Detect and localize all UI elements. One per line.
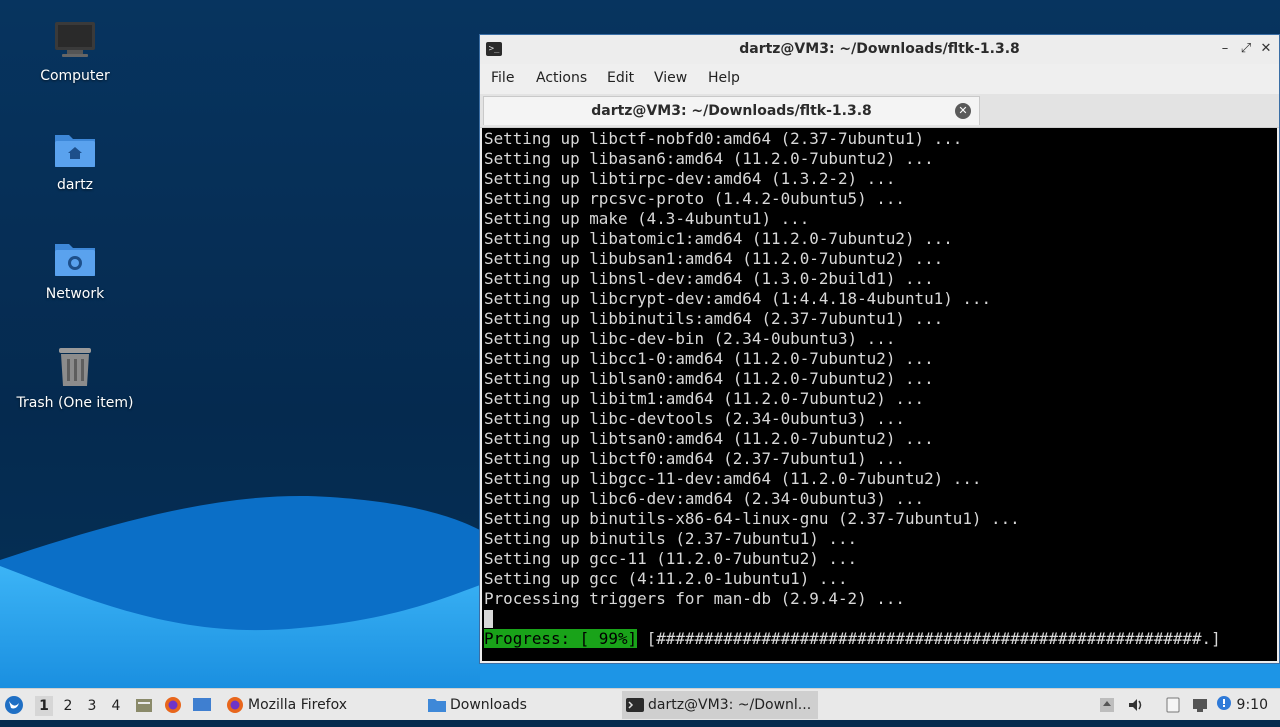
- tab-close-icon[interactable]: ✕: [955, 103, 971, 119]
- desktop-icon-label: Network: [45, 286, 105, 302]
- terminal-line: Setting up libcrypt-dev:amd64 (1:4.4.18-…: [484, 289, 992, 308]
- computer-icon: [53, 18, 97, 62]
- terminal-line: Setting up make (4.3-4ubuntu1) ...: [484, 209, 810, 228]
- menubar: File Actions Edit View Help: [480, 64, 1279, 94]
- terminal-icon: [626, 696, 644, 714]
- terminal-line: Setting up binutils-x86-64-linux-gnu (2.…: [484, 509, 1020, 528]
- file-manager-launcher-icon[interactable]: [136, 697, 152, 713]
- terminal-line: Setting up binutils (2.37-7ubuntu1) ...: [484, 529, 858, 548]
- network-monitor-icon[interactable]: [1192, 697, 1208, 713]
- firefox-icon: [226, 696, 244, 714]
- terminal-line: Setting up libnsl-dev:amd64 (1.3.0-2buil…: [484, 269, 934, 288]
- terminal-line: Setting up libasan6:amd64 (11.2.0-7ubunt…: [484, 149, 934, 168]
- menu-file[interactable]: File: [491, 70, 514, 86]
- menu-help[interactable]: Help: [708, 70, 740, 86]
- start-menu-icon[interactable]: [4, 695, 24, 715]
- tab-label: dartz@VM3: ~/Downloads/fltk-1.3.8: [591, 103, 872, 119]
- desktop-icon-label: Computer: [40, 68, 110, 84]
- terminal-line: Setting up libitm1:amd64 (11.2.0-7ubuntu…: [484, 389, 925, 408]
- update-notification-icon[interactable]: [1216, 695, 1232, 711]
- window-title: dartz@VM3: ~/Downloads/fltk-1.3.8: [739, 41, 1020, 57]
- terminal-line: Setting up libc-dev-bin (2.34-0ubuntu3) …: [484, 329, 896, 348]
- terminal-output[interactable]: Progress: [ 99%] [######################…: [482, 128, 1277, 661]
- desktop-icon-home[interactable]: dartz: [0, 127, 150, 193]
- desktop-icon-trash[interactable]: Trash (One item): [0, 345, 150, 411]
- task-downloads[interactable]: Downloads: [424, 691, 614, 719]
- window-titlebar[interactable]: >_ dartz@VM3: ~/Downloads/fltk-1.3.8 – ⤢…: [480, 35, 1279, 64]
- workspace-2[interactable]: 2: [59, 696, 77, 716]
- task-label: dartz@VM3: ~/Downl...: [648, 697, 812, 713]
- terminal-line: Setting up libatomic1:amd64 (11.2.0-7ubu…: [484, 229, 953, 248]
- menu-edit[interactable]: Edit: [607, 70, 634, 86]
- taskbar: 1 2 3 4 Mozilla Firefox Downloads dartz@…: [0, 688, 1280, 720]
- workspace-1[interactable]: 1: [35, 696, 53, 716]
- terminal-line: Setting up libtirpc-dev:amd64 (1.3.2-2) …: [484, 169, 896, 188]
- terminal-line: Setting up libc6-dev:amd64 (2.34-0ubuntu…: [484, 489, 925, 508]
- menu-actions[interactable]: Actions: [536, 70, 587, 86]
- terminal-line: Setting up libtsan0:amd64 (11.2.0-7ubunt…: [484, 429, 934, 448]
- desktop-icon-network[interactable]: Network: [0, 236, 150, 302]
- desktop-icon-computer[interactable]: Computer: [0, 18, 150, 84]
- task-label: Mozilla Firefox: [248, 697, 348, 713]
- workspace-3[interactable]: 3: [83, 696, 101, 716]
- progress-bar-text: [#######################################…: [646, 629, 1221, 648]
- network-folder-icon: [53, 236, 97, 280]
- terminal-line: Setting up gcc (4:11.2.0-1ubuntu1) ...: [484, 569, 848, 588]
- terminal-line: Setting up liblsan0:amd64 (11.2.0-7ubunt…: [484, 369, 934, 388]
- clock[interactable]: 9:10: [1237, 689, 1268, 721]
- close-button[interactable]: ✕: [1258, 40, 1274, 58]
- terminal-line: Setting up libc-devtools (2.34-0ubuntu3)…: [484, 409, 905, 428]
- terminal-line: Setting up libubsan1:amd64 (11.2.0-7ubun…: [484, 249, 944, 268]
- progress-line: Progress: [ 99%] [######################…: [484, 629, 1221, 649]
- workspace-4[interactable]: 4: [107, 696, 125, 716]
- desktop-icon-label: Trash (One item): [16, 395, 134, 411]
- firefox-launcher-icon[interactable]: [164, 696, 182, 714]
- terminal-line: Processing triggers for man-db (2.9.4-2)…: [484, 589, 905, 608]
- terminal-line: Setting up libctf0:amd64 (2.37-7ubuntu1)…: [484, 449, 905, 468]
- task-terminal[interactable]: dartz@VM3: ~/Downl...: [622, 691, 818, 719]
- tab-bar: dartz@VM3: ~/Downloads/fltk-1.3.8 ✕: [480, 94, 1279, 128]
- task-firefox[interactable]: Mozilla Firefox: [222, 691, 412, 719]
- volume-icon[interactable]: [1128, 697, 1144, 713]
- task-label: Downloads: [450, 697, 527, 713]
- desktop-launcher-icon[interactable]: [193, 697, 211, 713]
- terminal-tab[interactable]: dartz@VM3: ~/Downloads/fltk-1.3.8 ✕: [483, 96, 980, 125]
- terminal-window: >_ dartz@VM3: ~/Downloads/fltk-1.3.8 – ⤢…: [479, 34, 1280, 664]
- menu-view[interactable]: View: [654, 70, 687, 86]
- maximize-button[interactable]: ⤢: [1238, 40, 1254, 58]
- folder-icon: [428, 696, 446, 714]
- terminal-cursor: [484, 610, 493, 628]
- eject-icon[interactable]: [1099, 697, 1115, 713]
- desktop-icon-label: dartz: [56, 177, 94, 193]
- terminal-line: Setting up libctf-nobfd0:amd64 (2.37-7ub…: [484, 129, 963, 148]
- home-folder-icon: [53, 127, 97, 171]
- trash-icon: [53, 345, 97, 389]
- clipboard-icon[interactable]: [1165, 697, 1181, 713]
- minimize-button[interactable]: –: [1217, 40, 1233, 58]
- terminal-line: Setting up gcc-11 (11.2.0-7ubuntu2) ...: [484, 549, 858, 568]
- terminal-line: Setting up libcc1-0:amd64 (11.2.0-7ubunt…: [484, 349, 934, 368]
- progress-label: Progress: [ 99%]: [484, 629, 638, 648]
- terminal-line: Setting up rpcsvc-proto (1.4.2-0ubuntu5)…: [484, 189, 905, 208]
- terminal-line: Setting up libbinutils:amd64 (2.37-7ubun…: [484, 309, 944, 328]
- terminal-line: Setting up libgcc-11-dev:amd64 (11.2.0-7…: [484, 469, 982, 488]
